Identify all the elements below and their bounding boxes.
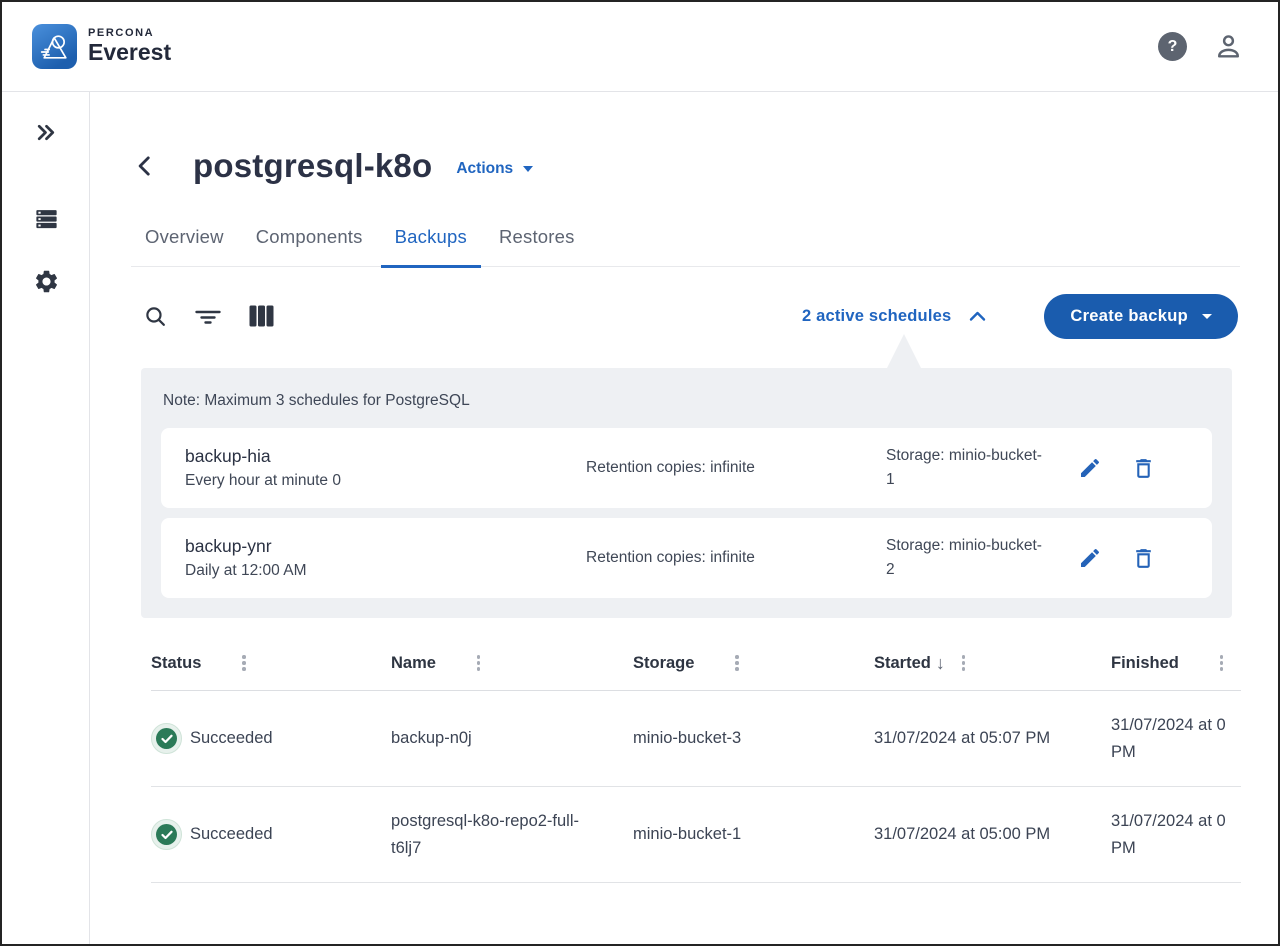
schedule-retention: Retention copies: infinite bbox=[586, 546, 886, 570]
sidebar-expand-icon[interactable] bbox=[2, 120, 90, 145]
column-label: Storage bbox=[633, 654, 694, 673]
account-icon[interactable] bbox=[1213, 31, 1244, 62]
schedule-cadence: Every hour at minute 0 bbox=[185, 470, 586, 492]
tab-backups[interactable]: Backups bbox=[381, 226, 481, 268]
backup-finished: 31/07/2024 at 0 PM bbox=[1111, 808, 1241, 862]
delete-schedule-icon[interactable] bbox=[1131, 456, 1156, 481]
chevron-up-icon bbox=[969, 311, 986, 322]
table-row[interactable]: Succeeded postgresql-k8o-repo2-full-t6lj… bbox=[151, 787, 1241, 883]
active-schedules-toggle[interactable]: 2 active schedules bbox=[802, 307, 986, 326]
table-header-row: Status Name Storage Started ↓ bbox=[151, 636, 1241, 691]
help-glyph: ? bbox=[1168, 38, 1178, 56]
schedule-card: backup-hia Every hour at minute 0 Retent… bbox=[161, 428, 1212, 508]
everest-logo-icon bbox=[32, 24, 77, 69]
status-label: Succeeded bbox=[190, 729, 273, 748]
search-icon[interactable] bbox=[143, 304, 168, 329]
column-menu-icon[interactable] bbox=[474, 652, 484, 674]
panel-pointer bbox=[887, 334, 921, 368]
create-backup-button[interactable]: Create backup bbox=[1044, 294, 1238, 339]
backup-finished: 31/07/2024 at 0 PM bbox=[1111, 712, 1241, 766]
status-succeeded-icon bbox=[151, 819, 182, 850]
column-menu-icon[interactable] bbox=[959, 652, 969, 674]
schedule-cadence: Daily at 12:00 AM bbox=[185, 560, 586, 582]
schedules-panel: Note: Maximum 3 schedules for PostgreSQL… bbox=[141, 368, 1232, 618]
column-header-finished: Finished bbox=[1111, 652, 1241, 674]
column-header-storage: Storage bbox=[633, 652, 874, 674]
backups-table: Status Name Storage Started ↓ bbox=[151, 636, 1241, 883]
left-sidebar bbox=[2, 92, 90, 944]
schedule-storage: Storage: minio-bucket-2 bbox=[886, 534, 1046, 582]
sidebar-item-settings[interactable] bbox=[2, 268, 90, 295]
column-header-status: Status bbox=[151, 652, 391, 674]
column-label: Name bbox=[391, 654, 436, 673]
tab-restores[interactable]: Restores bbox=[485, 226, 589, 266]
table-row[interactable]: Succeeded backup-n0j minio-bucket-3 31/0… bbox=[151, 691, 1241, 787]
percona-everest-window: PERCONA Everest ? bbox=[2, 2, 1278, 944]
backup-started: 31/07/2024 at 05:07 PM bbox=[874, 725, 1059, 752]
finished-line: PM bbox=[1111, 739, 1241, 766]
caret-down-icon bbox=[523, 166, 533, 172]
schedule-retention: Retention copies: infinite bbox=[586, 456, 886, 480]
backup-storage: minio-bucket-3 bbox=[633, 725, 874, 752]
schedule-card: backup-ynr Daily at 12:00 AM Retention c… bbox=[161, 518, 1212, 598]
backups-toolbar: 2 active schedules Create backup bbox=[131, 294, 1240, 338]
actions-dropdown[interactable]: Actions bbox=[456, 160, 533, 178]
column-header-name: Name bbox=[391, 652, 633, 674]
detail-tabs: Overview Components Backups Restores bbox=[131, 226, 1240, 267]
sidebar-item-databases[interactable] bbox=[2, 205, 90, 232]
help-icon[interactable]: ? bbox=[1158, 32, 1187, 61]
main-content: postgresql-k8o Actions Overview Componen… bbox=[90, 92, 1278, 944]
column-label: Started bbox=[874, 654, 931, 673]
column-menu-icon[interactable] bbox=[732, 652, 742, 674]
brand-wordmark: PERCONA Everest bbox=[88, 27, 171, 65]
schedule-storage: Storage: minio-bucket-1 bbox=[886, 444, 1046, 492]
column-menu-icon[interactable] bbox=[1217, 652, 1227, 674]
status-label: Succeeded bbox=[190, 825, 273, 844]
caret-down-icon bbox=[1202, 314, 1212, 319]
finished-line: PM bbox=[1111, 835, 1241, 862]
edit-schedule-icon[interactable] bbox=[1078, 546, 1102, 570]
filter-icon[interactable] bbox=[195, 305, 221, 327]
brand-percona-label: PERCONA bbox=[88, 27, 171, 39]
schedules-note: Note: Maximum 3 schedules for PostgreSQL bbox=[161, 390, 1212, 412]
tab-components[interactable]: Components bbox=[242, 226, 377, 266]
backup-storage: minio-bucket-1 bbox=[633, 821, 874, 848]
actions-label: Actions bbox=[456, 160, 513, 178]
backup-name: postgresql-k8o-repo2-full-t6lj7 bbox=[391, 808, 596, 862]
schedule-name: backup-ynr bbox=[185, 534, 586, 558]
status-succeeded-icon bbox=[151, 723, 182, 754]
column-menu-icon[interactable] bbox=[239, 652, 249, 674]
schedule-name: backup-hia bbox=[185, 444, 586, 468]
backup-started: 31/07/2024 at 05:00 PM bbox=[874, 821, 1059, 848]
create-backup-label: Create backup bbox=[1070, 307, 1188, 326]
backup-name: backup-n0j bbox=[391, 725, 596, 752]
top-bar: PERCONA Everest ? bbox=[2, 2, 1278, 92]
sort-desc-icon[interactable]: ↓ bbox=[936, 653, 945, 674]
tab-overview[interactable]: Overview bbox=[131, 226, 238, 266]
column-label: Status bbox=[151, 654, 201, 673]
edit-schedule-icon[interactable] bbox=[1078, 456, 1102, 480]
column-label: Finished bbox=[1111, 654, 1179, 673]
finished-line: 31/07/2024 at 0 bbox=[1111, 712, 1241, 739]
active-schedules-label: 2 active schedules bbox=[802, 307, 951, 326]
brand-everest-label: Everest bbox=[88, 40, 171, 65]
column-header-started: Started ↓ bbox=[874, 652, 1111, 674]
back-button[interactable] bbox=[131, 152, 159, 180]
finished-line: 31/07/2024 at 0 bbox=[1111, 808, 1241, 835]
delete-schedule-icon[interactable] bbox=[1131, 546, 1156, 571]
page-title: postgresql-k8o bbox=[193, 147, 432, 185]
columns-icon[interactable] bbox=[248, 304, 275, 328]
